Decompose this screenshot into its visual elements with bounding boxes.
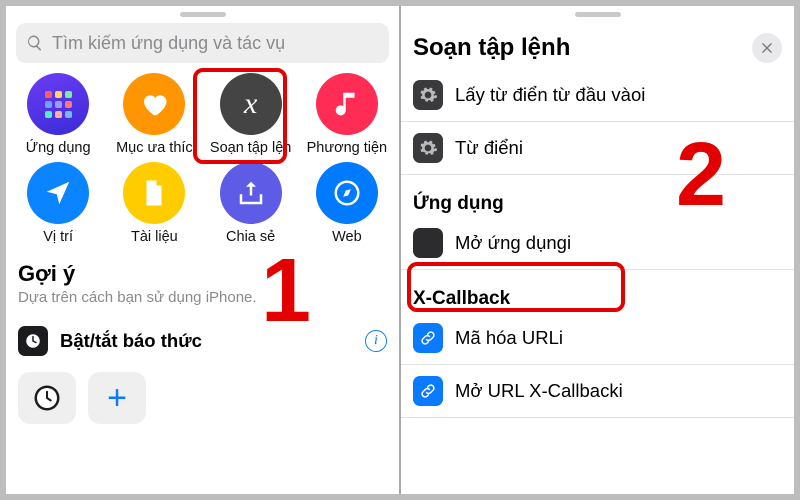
category-documents[interactable]: Tài liệu (106, 162, 202, 245)
info-icon[interactable]: i (519, 137, 523, 159)
close-button[interactable] (752, 33, 782, 63)
category-location[interactable]: Vị trí (10, 162, 106, 245)
suggestions-header: Gợi ý (18, 261, 387, 287)
search-input[interactable]: Tìm kiếm ứng dụng và tác vụ (16, 23, 389, 63)
annotation-step-1: 1 (261, 246, 311, 336)
clock-icon (18, 326, 48, 356)
compass-icon (316, 162, 378, 224)
category-sharing[interactable]: Chia sẻ (203, 162, 299, 245)
info-icon[interactable]: i (619, 380, 623, 402)
search-icon (26, 34, 44, 52)
apps-icon (27, 73, 89, 135)
left-pane: Tìm kiếm ứng dụng và tác vụ Ứng dụng Mục… (6, 6, 399, 494)
category-apps[interactable]: Ứng dụng (10, 73, 106, 156)
right-pane: Soạn tập lệnh Lấy từ điển từ đầu vào i T… (401, 6, 794, 494)
action-row-url-encode[interactable]: Mã hóa URL i (401, 312, 794, 365)
category-favorites[interactable]: Mục ưa thíc (106, 73, 202, 156)
add-suggestion-button[interactable]: + (88, 372, 146, 424)
gear-icon (413, 133, 443, 163)
suggestion-thumbnails: + (18, 372, 387, 424)
location-icon (27, 162, 89, 224)
thumbnail-clock[interactable] (18, 372, 76, 424)
link-icon (413, 323, 443, 353)
sheet-header: Soạn tập lệnh (401, 23, 794, 69)
info-icon[interactable]: i (567, 232, 571, 254)
link-icon (413, 376, 443, 406)
gear-icon (413, 80, 443, 110)
sheet-grabber[interactable] (180, 12, 226, 17)
music-icon (316, 73, 378, 135)
category-media[interactable]: Phương tiện (299, 73, 395, 156)
suggestion-label: Bật/tắt báo thức (60, 330, 202, 352)
action-row-open-xcallback[interactable]: Mở URL X-Callback i (401, 365, 794, 418)
suggestions-subtitle: Dựa trên cách bạn sử dụng iPhone. (18, 289, 387, 306)
apps-grid-icon (413, 228, 443, 258)
search-placeholder: Tìm kiếm ứng dụng và tác vụ (52, 33, 285, 54)
close-icon (760, 41, 774, 55)
annotation-highlight-2 (407, 262, 625, 312)
sheet-grabber[interactable] (575, 12, 621, 17)
sheet-title: Soạn tập lệnh (413, 34, 570, 62)
action-row-dictionary[interactable]: Từ điển i (401, 122, 794, 175)
category-web[interactable]: Web (299, 162, 395, 245)
heart-icon (123, 73, 185, 135)
document-icon (123, 162, 185, 224)
annotation-step-2: 2 (676, 130, 726, 220)
section-apps-header: Ứng dụng (413, 193, 782, 215)
action-row-get-dictionary[interactable]: Lấy từ điển từ đầu vào i (401, 69, 794, 122)
info-icon[interactable]: i (641, 84, 645, 106)
info-icon[interactable]: i (365, 330, 387, 352)
annotation-highlight-1 (193, 68, 287, 164)
info-icon[interactable]: i (559, 327, 563, 349)
suggestion-row-alarm[interactable]: Bật/tắt báo thức i (6, 316, 399, 366)
share-icon (220, 162, 282, 224)
